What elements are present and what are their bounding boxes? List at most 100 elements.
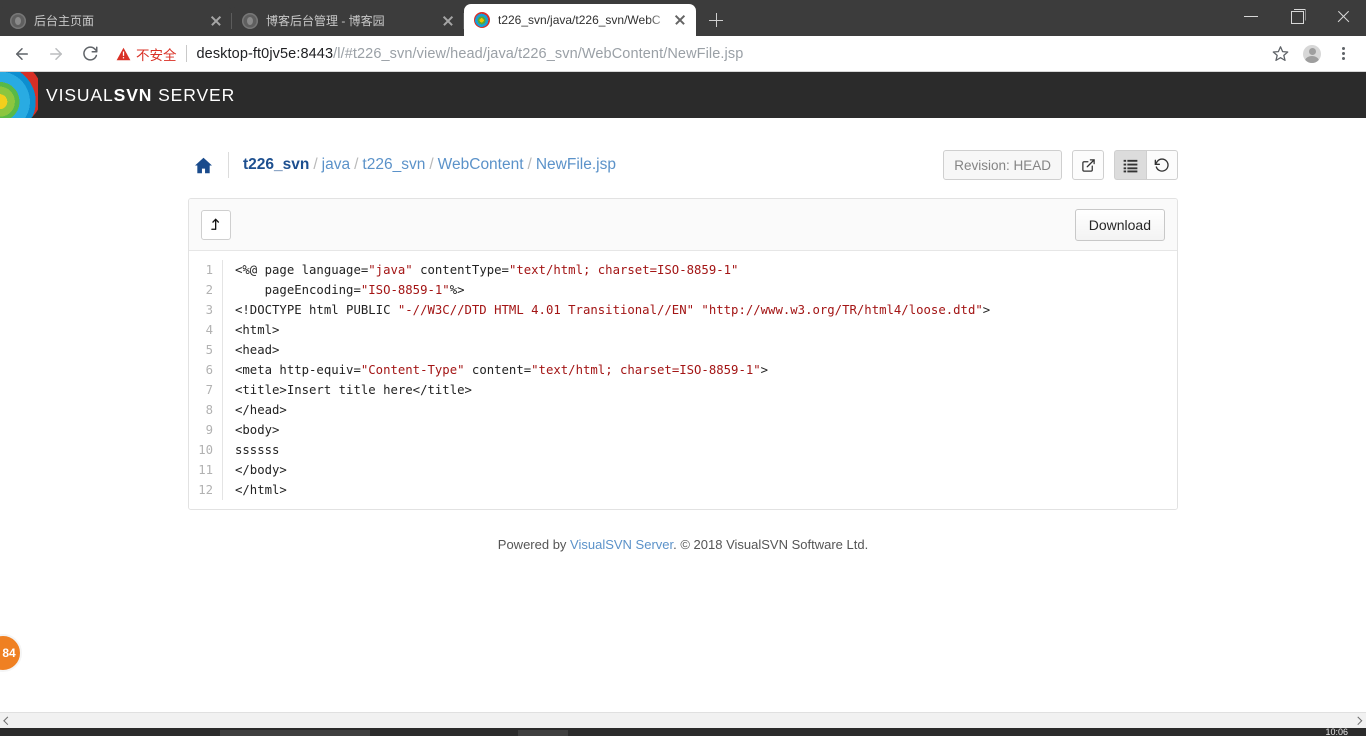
code-string-literal: "text/html; charset=ISO-8859-1" [508, 263, 739, 277]
taskbar-item[interactable] [518, 730, 568, 736]
browser-tab-1[interactable]: 后台主页面 [0, 6, 232, 36]
code-line: 10 ssssss [189, 440, 1177, 460]
breadcrumb-item-java[interactable]: java [322, 156, 350, 173]
code-text: pageEncoding= [235, 283, 361, 297]
page-favicon-icon [10, 13, 26, 29]
taskbar-item[interactable] [220, 730, 370, 736]
home-icon[interactable] [188, 152, 218, 178]
line-number: 9 [205, 423, 213, 437]
line-number: 8 [205, 403, 213, 417]
breadcrumb-separator: / [527, 156, 532, 173]
code-string-literal: "Content-Type" [360, 363, 465, 377]
footer-prefix: Powered by [497, 537, 571, 552]
star-icon[interactable] [1266, 40, 1294, 68]
reload-icon[interactable] [76, 40, 104, 68]
page-content: t226_svn / java / t226_svn / WebContent / NewFil… [188, 118, 1178, 552]
breadcrumb-item-t226_svn[interactable]: t226_svn [362, 156, 425, 173]
download-button[interactable]: Download [1074, 208, 1165, 241]
code-line: 1 <%@ page language="java" contentType="t… [189, 260, 1177, 280]
close-tab-icon[interactable] [672, 12, 688, 28]
line-number: 10 [198, 443, 213, 457]
level-up-arrow-icon[interactable] [201, 209, 231, 240]
tab-title: 后台主页面 [34, 14, 95, 28]
code-text: </body> [235, 463, 287, 477]
line-source: <%@ page language="java" contentType="te… [222, 260, 1177, 280]
list-view-icon[interactable] [1114, 150, 1146, 180]
line-source: </body> [222, 460, 1177, 480]
visualsvn-server-link[interactable]: VisualSVN Server [570, 537, 673, 552]
history-revert-icon[interactable] [1146, 150, 1178, 180]
code-line: 9 <body> [189, 420, 1177, 440]
code-string-literal: "ISO-8859-1" [360, 283, 450, 297]
code-line: 2 pageEncoding="ISO-8859-1"%> [189, 280, 1177, 300]
brand-bold: SVN [113, 84, 153, 105]
code-line: 5 <head> [189, 340, 1177, 360]
scrollbar-track[interactable] [16, 713, 1350, 729]
browser-tab-2[interactable]: 博客后台管理 - 博客园 [232, 6, 464, 36]
close-tab-icon[interactable] [208, 13, 224, 29]
forward-arrow-icon[interactable] [42, 40, 70, 68]
code-text: <head> [235, 343, 280, 357]
line-source: <body> [222, 420, 1177, 440]
browser-toolbar: 不安全 desktop-ft0jv5e:8443/l/#t226_svn/vie… [0, 36, 1366, 72]
browser-tab-3-active[interactable]: t226_svn/java/t226_svn/WebC [464, 4, 696, 36]
line-source: <meta http-equiv="Content-Type" content=… [222, 360, 1177, 380]
file-view-panel: Download 1 <%@ page language="java" conte… [188, 198, 1178, 510]
breadcrumb-separator: / [429, 156, 434, 173]
avatar-icon[interactable] [1298, 40, 1326, 68]
line-source: </html> [222, 480, 1177, 500]
close-tab-icon[interactable] [440, 13, 456, 29]
close-window-icon[interactable] [1320, 0, 1366, 32]
code-text: </html> [235, 483, 287, 497]
line-source: <!DOCTYPE html PUBLIC "-//W3C//DTD HTML … [222, 300, 1177, 320]
code-string-literal: "-//W3C//DTD HTML 4.01 Transitional//EN" [397, 303, 695, 317]
line-number: 3 [205, 303, 213, 317]
code-text: > [982, 303, 991, 317]
window-controls [1228, 0, 1366, 36]
code-text: %> [449, 283, 465, 297]
code-text: content= [464, 363, 532, 377]
code-text: <body> [235, 423, 280, 437]
app-brand-title: VISUALSVN SERVER [46, 85, 235, 106]
floating-notification-badge[interactable]: 84 [0, 634, 22, 672]
external-link-icon[interactable] [1072, 150, 1104, 180]
code-line: 8 </head> [189, 400, 1177, 420]
file-source-code: 1 <%@ page language="java" contentType="t… [189, 251, 1177, 509]
breadcrumb-root[interactable]: t226_svn [243, 156, 309, 173]
visualsvn-favicon-icon [474, 12, 490, 28]
page-favicon-icon [242, 13, 258, 29]
code-string-literal: "http://www.w3.org/TR/html4/loose.dtd" [701, 303, 983, 317]
code-line: 6 <meta http-equiv="Content-Type" content… [189, 360, 1177, 380]
code-text: <meta http-equiv= [235, 363, 361, 377]
tab-strip: 后台主页面 博客后台管理 - 博客园 t226_svn/java/t226_sv… [0, 0, 1366, 36]
code-line: 3 <!DOCTYPE html PUBLIC "-//W3C//DTD HTML… [189, 300, 1177, 320]
breadcrumb-item-newfile[interactable]: NewFile.jsp [536, 156, 616, 173]
scroll-right-arrow-icon[interactable] [1350, 713, 1366, 729]
three-dot-menu-icon[interactable] [1330, 40, 1358, 68]
chrome-browser-window: 后台主页面 博客后台管理 - 博客园 t226_svn/java/t226_sv… [0, 0, 1366, 736]
back-arrow-icon[interactable] [8, 40, 36, 68]
code-text: contentType= [412, 263, 509, 277]
minimize-window-icon[interactable] [1228, 0, 1274, 32]
line-source: ssssss [222, 440, 1177, 460]
scroll-left-arrow-icon[interactable] [0, 713, 16, 729]
horizontal-scrollbar[interactable] [0, 712, 1366, 728]
revision-field[interactable]: Revision: HEAD [943, 150, 1062, 180]
line-number: 2 [205, 283, 213, 297]
line-source: pageEncoding="ISO-8859-1"%> [222, 280, 1177, 300]
line-source: <title>Insert title here</title> [222, 380, 1177, 400]
breadcrumb-actions: Revision: HEAD [943, 150, 1178, 180]
new-tab-button[interactable] [702, 6, 730, 34]
restore-window-icon[interactable] [1274, 0, 1320, 32]
url-text: desktop-ft0jv5e:8443/l/#t226_svn/view/he… [197, 46, 744, 62]
code-text: <title>Insert title here</title> [235, 383, 472, 397]
line-number: 5 [205, 343, 213, 357]
visualsvn-header: VISUALSVN SERVER [0, 72, 1366, 118]
code-string-literal: "java" [368, 263, 413, 277]
line-source: <html> [222, 320, 1177, 340]
breadcrumb-item-webcontent[interactable]: WebContent [438, 156, 524, 173]
code-line: 7 <title>Insert title here</title> [189, 380, 1177, 400]
address-bar[interactable]: 不安全 desktop-ft0jv5e:8443/l/#t226_svn/vie… [116, 40, 1256, 68]
code-text: </head> [235, 403, 287, 417]
line-number: 11 [198, 463, 213, 477]
